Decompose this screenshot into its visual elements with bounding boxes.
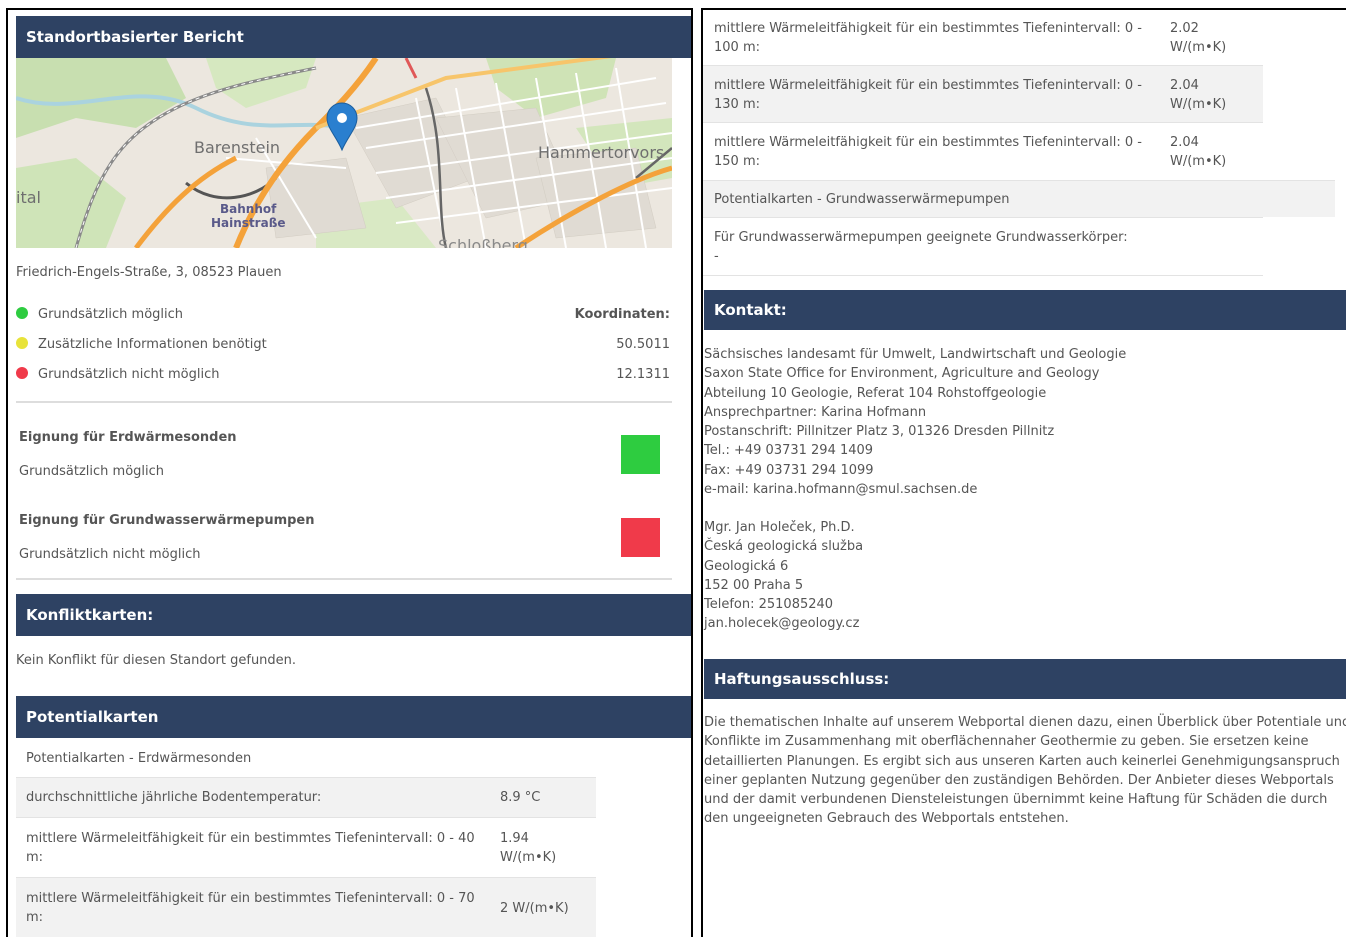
table-row: Potentialkarten - Grundwasserwärmepumpen: [703, 180, 1335, 217]
contact-line: Saxon State Office for Environment, Agri…: [704, 366, 1100, 382]
contact-czech: Mgr. Jan Holeček, Ph.D. Česká geologická…: [704, 518, 863, 634]
suitability-title-grundwasser: Eignung für Grundwasserwärmepumpen: [19, 513, 315, 528]
map-label-barenstein: Barenstein: [194, 138, 281, 157]
row-border: [703, 275, 1263, 276]
conflict-text: Kein Konflikt für diesen Standort gefund…: [16, 653, 297, 668]
table-row: mittlere Wärmeleitfähigkeit für ein best…: [16, 877, 596, 937]
contact-line: Sächsisches landesamt für Umwelt, Landwi…: [704, 347, 1127, 362]
disclaimer-line: Die thematischen Inhalte auf unserem Web…: [704, 715, 1346, 730]
conflict-header: Konfliktkarten:: [16, 594, 691, 636]
contact-germany: Sächsisches landesamt für Umwelt, Landwi…: [704, 345, 1126, 499]
row-label: mittlere Wärmeleitfähigkeit für ein best…: [714, 135, 1142, 169]
contact-line: Česká geologická služba: [704, 539, 864, 555]
legend-item-not-possible: Grundsätzlich nicht möglich: [16, 367, 220, 397]
green-dot-icon: [16, 307, 28, 319]
coordinate-lon: 12.1311: [616, 367, 670, 382]
row-label: mittlere Wärmeleitfähigkeit für ein best…: [26, 891, 475, 925]
address: Friedrich-Engels-Straße, 3, 08523 Plauen: [16, 265, 282, 280]
suitability-title-erdwaerme: Eignung für Erdwärmesonden: [19, 430, 237, 445]
report-title: Standortbasierter Bericht: [26, 28, 244, 46]
disclaimer-header: Haftungsausschluss:: [704, 659, 1346, 699]
potential-section-erdwaerme: Potentialkarten - Erdwärmesonden: [26, 751, 252, 766]
row-value: 1.94 W/(m•K): [500, 831, 557, 865]
table-row: mittlere Wärmeleitfähigkeit für ein best…: [703, 65, 1263, 122]
map-label-bahnhof: Bahnhof: [220, 202, 277, 216]
disclaimer-line: und der damit verbundenen Diensteleistun…: [704, 792, 1328, 808]
disclaimer-text: Die thematischen Inhalte auf unserem Web…: [704, 713, 1346, 829]
disclaimer-line: den ungeeigneten Gebrauch des Webportals…: [704, 811, 1069, 827]
legend-item-info-needed: Zusätzliche Informationen benötigt: [16, 337, 267, 367]
table-row: durchschnittliche jährliche Bodentempera…: [16, 777, 596, 817]
red-dot-icon: [16, 367, 28, 379]
map-label-schlossberg: Schloßberg: [438, 236, 528, 248]
yellow-dot-icon: [16, 337, 28, 349]
row-label: mittlere Wärmeleitfähigkeit für ein best…: [26, 831, 475, 865]
report-panel-left: Standortbasierter Bericht Barenstein Ham…: [6, 8, 693, 937]
legend-item-possible: Grundsätzlich möglich: [16, 307, 183, 337]
divider: [16, 578, 672, 580]
map-label-ital: ital: [16, 188, 41, 207]
disclaimer-title: Haftungsausschluss:: [714, 670, 890, 688]
potential-title: Potentialkarten: [26, 708, 159, 726]
location-map[interactable]: Barenstein Hammertorvors ital Bahnhof Ha…: [16, 58, 672, 248]
status-square-red: [621, 518, 660, 557]
contact-line: Postanschrift: Pillnitzer Platz 3, 01326…: [704, 424, 1055, 440]
disclaimer-line: Konflikte im Zusammenhang mit oberfläche…: [704, 734, 1309, 750]
contact-title: Kontakt:: [714, 301, 787, 319]
table-row: Für Grundwasserwärmepumpen geeignete Gru…: [703, 217, 1263, 275]
row-value: 8.9 °C: [500, 790, 541, 805]
row-label: durchschnittliche jährliche Bodentempera…: [26, 790, 322, 805]
map-label-hainstrasse: Hainstraße: [211, 216, 286, 230]
disclaimer-line: detaillierten Planungen. Es ergibt sich …: [704, 753, 1340, 769]
report-header: Standortbasierter Bericht: [16, 16, 691, 58]
contact-line: Telefon: 251085240: [704, 597, 834, 613]
row-label: Für Grundwasserwärmepumpen geeignete Gru…: [714, 230, 1128, 264]
coordinate-lat: 50.5011: [616, 337, 670, 352]
row-value: 2.02 W/(m•K): [1170, 21, 1227, 55]
contact-line: 152 00 Praha 5: [704, 577, 804, 593]
row-value: 2.04 W/(m•K): [1170, 135, 1227, 169]
report-panel-right: mittlere Wärmeleitfähigkeit für ein best…: [701, 8, 1346, 937]
row-value: 2.04 W/(m•K): [1170, 78, 1227, 112]
row-label: mittlere Wärmeleitfähigkeit für ein best…: [714, 78, 1142, 112]
conflict-title: Konfliktkarten:: [26, 606, 154, 624]
contact-email-link[interactable]: e-mail: karina.hofmann@smul.sachsen.de: [704, 480, 1126, 499]
potential-header: Potentialkarten: [16, 696, 691, 738]
disclaimer-line: einer geplanten Nutzung gegenüber den zu…: [704, 772, 1334, 788]
contact-header: Kontakt:: [704, 290, 1346, 330]
table-row: mittlere Wärmeleitfähigkeit für ein best…: [703, 122, 1263, 180]
contact-line: Geologická 6: [704, 558, 789, 574]
map-label-hammertorvors: Hammertorvors: [538, 143, 665, 162]
contact-email-link[interactable]: jan.holecek@geology.cz: [704, 614, 863, 633]
suitability-status-erdwaerme: Grundsätzlich möglich: [19, 464, 165, 479]
row-label: mittlere Wärmeleitfähigkeit für ein best…: [714, 21, 1142, 55]
divider: [16, 401, 672, 403]
table-row: mittlere Wärmeleitfähigkeit für ein best…: [16, 817, 596, 877]
contact-line: Tel.: +49 03731 294 1409: [704, 443, 874, 459]
contact-line: Mgr. Jan Holeček, Ph.D.: [704, 520, 855, 535]
potential-section-grundwasser: Potentialkarten - Grundwasserwärmepumpen: [714, 191, 1010, 207]
contact-line: Fax: +49 03731 294 1099: [704, 462, 874, 478]
contact-line: Abteilung 10 Geologie, Referat 104 Rohst…: [704, 385, 1047, 401]
row-value: 2 W/(m•K): [500, 901, 569, 916]
contact-line: Ansprechpartner: Karina Hofmann: [704, 404, 927, 420]
suitability-status-grundwasser: Grundsätzlich nicht möglich: [19, 547, 201, 562]
coordinates-label: Koordinaten:: [574, 307, 670, 322]
status-square-green: [621, 435, 660, 474]
legend-coordinates: Grundsätzlich möglich Koordinaten: Zusät…: [16, 307, 670, 397]
table-row: mittlere Wärmeleitfähigkeit für ein best…: [703, 10, 1263, 65]
